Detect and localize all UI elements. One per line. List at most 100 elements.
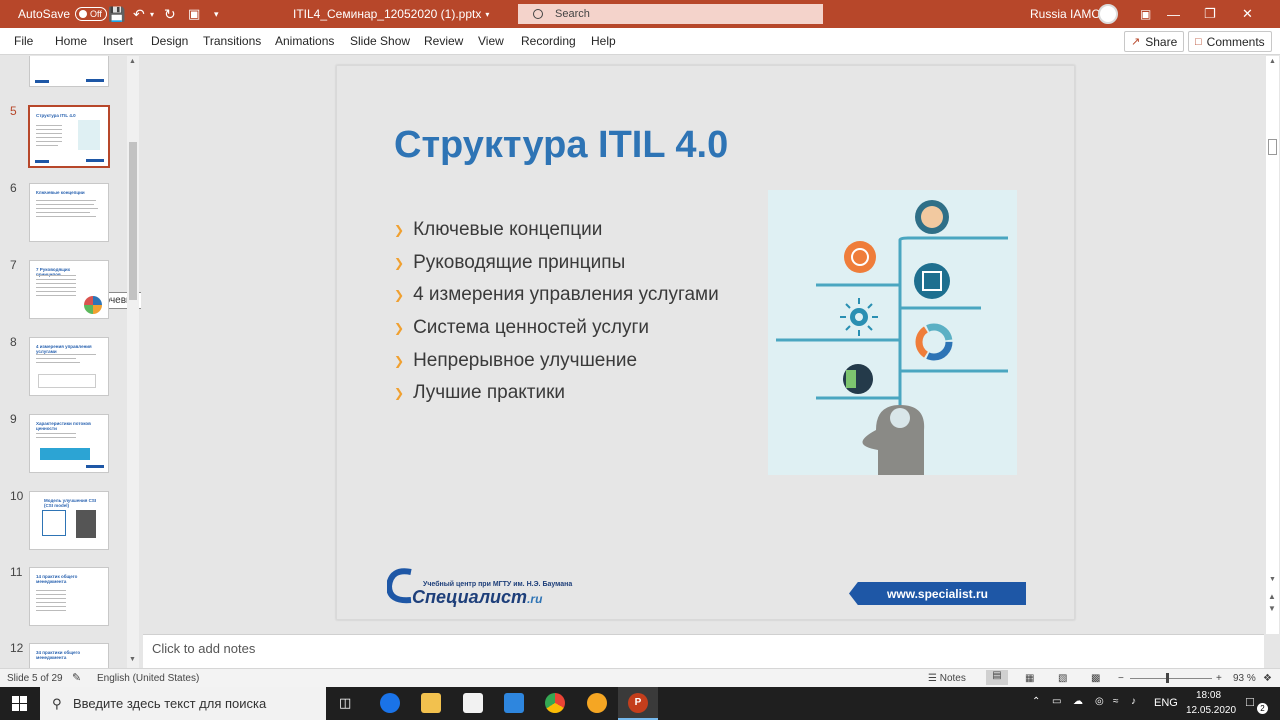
slide-thumbnail-12[interactable]: 34 практики общего менеджмента	[29, 643, 109, 668]
autosave-label: AutoSave	[18, 7, 71, 21]
zoom-slider[interactable]	[1130, 678, 1212, 679]
notes-pane[interactable]: Click to add notes	[143, 634, 1264, 668]
thumbnails-scrollbar[interactable]: ▲ ▼	[127, 56, 139, 668]
next-slide-icon[interactable]: ▼	[1268, 604, 1276, 613]
search-icon: ⚲	[52, 695, 62, 711]
tree-head-illustration[interactable]	[768, 190, 1017, 475]
volume-icon[interactable]: ♪	[1131, 696, 1136, 707]
zoom-slider-thumb[interactable]	[1166, 673, 1169, 683]
reading-view-icon[interactable]: ▧	[1058, 673, 1067, 684]
bullet-list[interactable]: ❯ Ключевые концепции ❯ Руководящие принцип…	[394, 214, 719, 410]
tab-file[interactable]: File	[14, 34, 33, 48]
save-icon[interactable]: 💾	[108, 0, 125, 28]
editor-scrollbar[interactable]: ▲ ▼ ▲ ▼	[1266, 56, 1279, 634]
ribbon-display-icon[interactable]: ▣	[1140, 0, 1151, 28]
slide-thumbnail-6[interactable]: Ключевые концепции	[29, 183, 109, 242]
tab-review[interactable]: Review	[424, 34, 463, 48]
slide-number: 5	[10, 104, 17, 118]
bullet-text: 4 измерения управления услугами	[413, 284, 719, 306]
undo-icon[interactable]: ↶	[133, 0, 145, 28]
scroll-down-icon[interactable]: ▼	[129, 656, 136, 663]
fit-to-window-icon[interactable]: ❖	[1263, 673, 1272, 684]
bullet-text: Ключевые концепции	[413, 219, 603, 241]
mail-icon[interactable]	[504, 693, 524, 713]
scrollbar-thumb[interactable]	[129, 142, 137, 300]
notification-icon[interactable]: □	[1246, 694, 1254, 709]
notes-toggle[interactable]: ☰ Notes	[928, 673, 966, 684]
tab-transitions[interactable]: Transitions	[203, 34, 261, 48]
user-name[interactable]: Russia IAMCP	[1030, 0, 1108, 28]
thumbnail-title: 14 практик общего менеджмента	[36, 574, 78, 584]
slide-thumbnail-10[interactable]: Модель улучшения CSI (CSI model)	[29, 491, 109, 550]
slide-sorter-icon[interactable]: ▦	[1025, 673, 1034, 684]
wifi-icon[interactable]: ≈	[1113, 696, 1119, 707]
windows-taskbar: ⚲ Введите здесь текст для поиска ◫ P ⌃ ▭…	[0, 687, 1280, 720]
minimize-icon[interactable]: —	[1167, 0, 1203, 28]
file-name-dropdown-icon: ▾	[485, 9, 490, 19]
microphone-icon[interactable]: ◎	[1095, 696, 1104, 707]
slide-thumbnail-9[interactable]: Характеристики потоков ценности	[29, 414, 109, 473]
scroll-down-icon[interactable]: ▼	[1269, 576, 1276, 583]
autosave-switch[interactable]: Off	[75, 7, 108, 21]
tab-help[interactable]: Help	[591, 34, 616, 48]
tab-animations[interactable]: Animations	[275, 34, 334, 48]
customize-qat-icon[interactable]: ▾	[214, 0, 219, 28]
slide-thumbnail-8[interactable]: 4 измерения управления услугами	[29, 337, 109, 396]
tab-design[interactable]: Design	[151, 34, 188, 48]
task-view-icon[interactable]: ◫	[339, 695, 351, 711]
tab-slide-show[interactable]: Slide Show	[350, 34, 410, 48]
cloud-icon[interactable]: ☁	[1073, 696, 1083, 707]
zoom-out-icon[interactable]: −	[1118, 673, 1124, 684]
normal-view-icon[interactable]: ▤	[986, 670, 1008, 685]
bullet-item: ❯ Ключевые концепции	[394, 214, 719, 247]
app-icon[interactable]	[587, 693, 607, 713]
slide-thumbnail-4[interactable]	[29, 56, 109, 87]
file-explorer-icon[interactable]	[421, 693, 441, 713]
redo-icon[interactable]: ↻	[164, 0, 176, 28]
taskbar-search-input[interactable]: ⚲ Введите здесь текст для поиска	[40, 687, 326, 720]
autosave-toggle[interactable]: AutoSave Off	[18, 0, 108, 28]
slide-number: 8	[10, 335, 17, 349]
slide-title[interactable]: Структура ITIL 4.0	[394, 124, 728, 167]
slide-thumbnail-11[interactable]: 14 практик общего менеджмента	[29, 567, 109, 626]
close-icon[interactable]: ✕	[1242, 0, 1278, 28]
site-url-banner: www.specialist.ru	[849, 582, 1026, 605]
input-language[interactable]: ENG	[1154, 697, 1178, 709]
language-label[interactable]: English (United States)	[97, 673, 199, 684]
slide-canvas[interactable]: Структура ITIL 4.0 ❯ Ключевые концепции ❯…	[336, 65, 1075, 620]
chevron-right-icon: ❯	[394, 255, 405, 270]
spellcheck-icon[interactable]: ✎	[72, 671, 81, 684]
file-name[interactable]: ITIL4_Семинар_12052020 (1).pptx ▾	[293, 0, 489, 28]
clock-date[interactable]: 12.05.2020	[1186, 705, 1236, 716]
zoom-in-icon[interactable]: +	[1216, 673, 1222, 684]
slideshow-icon[interactable]: ▩	[1091, 673, 1100, 684]
tab-recording[interactable]: Recording	[521, 34, 576, 48]
maximize-icon[interactable]: ❐	[1204, 0, 1240, 28]
windows-start-icon[interactable]	[12, 696, 27, 711]
present-icon[interactable]: ▣	[188, 0, 200, 28]
slide-thumbnail-5[interactable]: Структура ITIL 4.0	[28, 105, 110, 168]
store-icon[interactable]	[463, 693, 483, 713]
undo-dropdown-icon[interactable]: ▾	[150, 0, 154, 28]
logo-mark-icon	[387, 568, 412, 604]
comments-button[interactable]: □ Comments	[1188, 31, 1272, 52]
previous-slide-icon[interactable]: ▲	[1268, 592, 1276, 601]
comment-icon: □	[1195, 35, 1202, 48]
avatar[interactable]	[1098, 0, 1118, 28]
edge-icon[interactable]	[380, 693, 400, 713]
share-button[interactable]: ↗ Share	[1124, 31, 1185, 52]
scroll-up-icon[interactable]: ▲	[129, 58, 136, 65]
device-icon[interactable]: ▭	[1052, 696, 1061, 707]
zoom-level[interactable]: 93 %	[1233, 673, 1256, 684]
clock-time[interactable]: 18:08	[1196, 690, 1221, 701]
powerpoint-taskbar-button[interactable]: P	[618, 687, 658, 720]
show-hidden-icons[interactable]: ⌃	[1032, 696, 1040, 707]
chrome-icon[interactable]	[545, 693, 565, 713]
tab-home[interactable]: Home	[55, 34, 87, 48]
tab-view[interactable]: View	[478, 34, 504, 48]
slide-thumbnail-7[interactable]: 7 Руководящих принципов	[29, 260, 109, 319]
scrollbar-thumb[interactable]	[1268, 139, 1277, 155]
search-input[interactable]: Search	[518, 4, 823, 24]
tab-insert[interactable]: Insert	[103, 34, 133, 48]
scroll-up-icon[interactable]: ▲	[1269, 58, 1276, 65]
